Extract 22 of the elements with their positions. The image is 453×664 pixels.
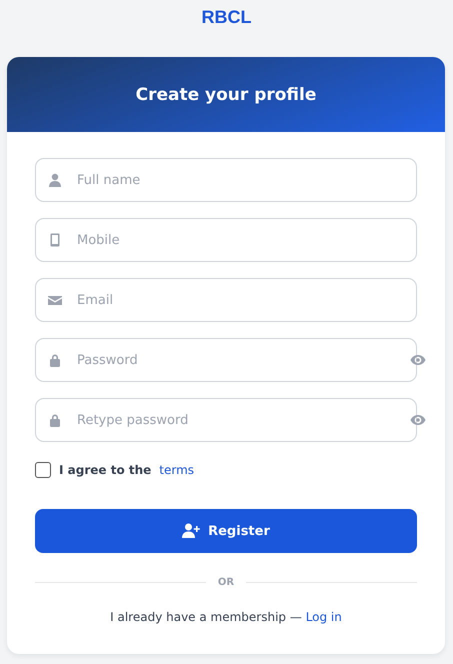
add-user-icon [182, 523, 200, 539]
eye-icon[interactable] [410, 412, 426, 428]
divider-label: OR [218, 577, 234, 588]
input-field[interactable]: Mobile [35, 218, 417, 262]
person-icon [48, 173, 62, 187]
login-link[interactable]: Log in [306, 610, 342, 624]
lock-icon [48, 413, 62, 427]
logo: RBCL [200, 6, 252, 29]
login-prompt: I already have a membership — Log in [109, 610, 343, 624]
envelope-icon [48, 293, 62, 307]
checkbox[interactable] [35, 462, 51, 478]
terms-link[interactable]: terms [159, 463, 194, 477]
lock-icon [48, 353, 62, 367]
agree-label: I agree to the [59, 463, 152, 477]
card-title: Create your profile [136, 84, 316, 104]
input-field[interactable]: Retype password [35, 398, 417, 442]
input-field[interactable]: Password [35, 338, 417, 382]
phone-icon [48, 233, 62, 247]
eye-icon[interactable] [410, 352, 426, 368]
register-button[interactable]: Register [35, 509, 417, 553]
input-field[interactable]: Full name [35, 158, 417, 202]
input-field[interactable]: Email [35, 278, 417, 322]
